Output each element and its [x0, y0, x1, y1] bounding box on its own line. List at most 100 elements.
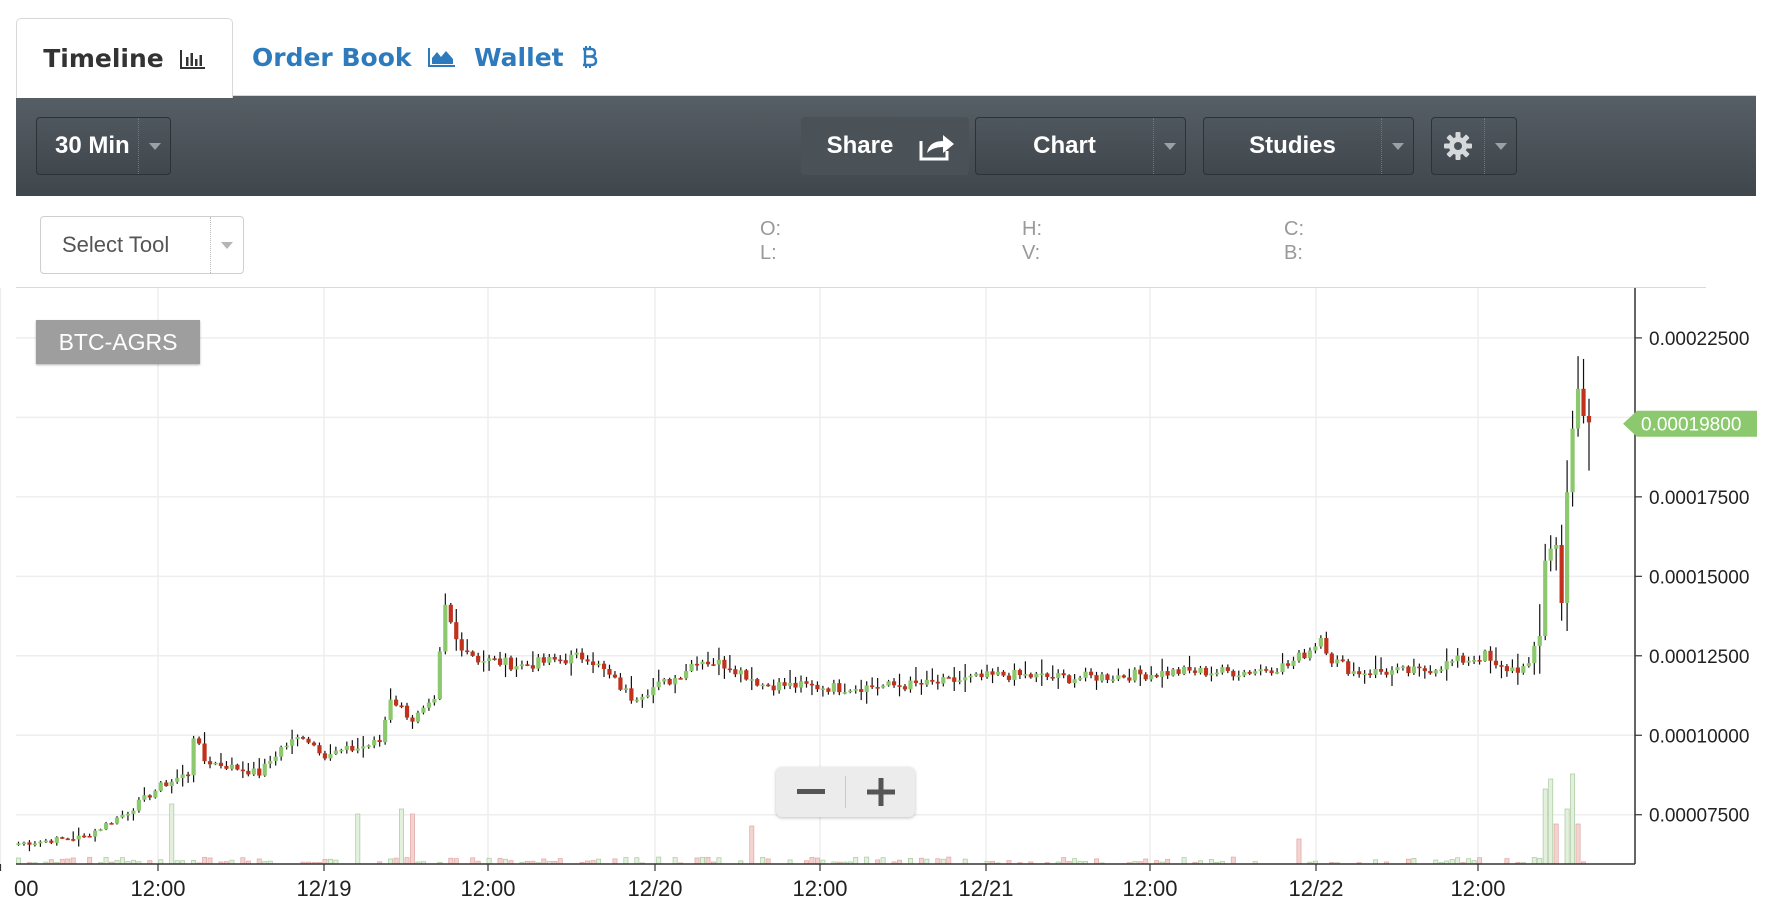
candle: [530, 651, 535, 673]
candle-body: [1346, 661, 1351, 674]
candle-body: [525, 664, 530, 666]
candle: [1176, 667, 1181, 676]
candle-body: [897, 685, 902, 687]
candle: [1439, 666, 1444, 673]
candle-body: [1127, 677, 1132, 681]
candle: [1088, 668, 1094, 679]
zoom-in-button[interactable]: [846, 767, 915, 817]
candle-body: [1565, 492, 1570, 603]
volume-bar: [908, 858, 913, 865]
candle-body: [1504, 666, 1510, 672]
candle-body: [755, 679, 760, 686]
candle: [722, 656, 727, 679]
candle-body: [607, 669, 612, 675]
candle: [284, 742, 289, 750]
candle-body: [1264, 669, 1269, 671]
candle: [1466, 656, 1471, 666]
candle: [1521, 663, 1526, 675]
candle: [142, 787, 147, 802]
candle-body: [1526, 663, 1531, 667]
y-tick-label: 0.00012500: [1649, 647, 1749, 668]
candle-body: [1094, 675, 1099, 681]
candle-body: [1455, 655, 1460, 662]
x-tick-label: 00: [14, 876, 38, 901]
candle: [1499, 660, 1504, 679]
volume-bar: [202, 856, 208, 865]
settings-select[interactable]: [1431, 117, 1517, 175]
chevron-down-icon[interactable]: [1381, 118, 1413, 174]
volume-bar: [623, 857, 629, 865]
candle-body: [552, 656, 557, 660]
candle-body: [262, 763, 267, 776]
share-button[interactable]: Share: [801, 117, 969, 175]
chevron-down-icon[interactable]: [138, 118, 170, 174]
x-tick-label: 12:00: [792, 876, 847, 901]
select-tool-dropdown[interactable]: Select Tool: [40, 216, 244, 274]
area-chart-icon: [427, 47, 456, 67]
candle-body: [777, 682, 782, 691]
candle: [1296, 650, 1302, 663]
candle-body: [1471, 660, 1477, 662]
candle-body: [924, 679, 929, 685]
x-tick-label: 12:00: [130, 876, 185, 901]
candle: [1307, 647, 1313, 661]
candle-body: [1340, 659, 1345, 662]
candle: [432, 695, 437, 706]
tab-order-book[interactable]: Order Book: [252, 18, 456, 96]
candle-body: [1493, 660, 1499, 666]
candle-body: [738, 670, 743, 675]
zoom-controls: [776, 767, 915, 817]
candle-body: [432, 698, 437, 703]
candle-body: [87, 835, 92, 838]
candle-body: [880, 685, 886, 688]
interval-select[interactable]: 30 Min: [36, 117, 171, 175]
candle-body: [683, 671, 689, 679]
candle: [946, 675, 951, 679]
candle-body: [558, 659, 563, 662]
studies-select[interactable]: Studies: [1203, 117, 1414, 175]
candle-body: [1586, 415, 1592, 423]
candle: [820, 685, 826, 697]
candle-body: [1269, 670, 1274, 674]
zoom-out-button[interactable]: [776, 767, 845, 817]
candle: [897, 673, 902, 697]
candlestick-chart[interactable]: 0.00022500 0.00017500 0.00015000 0.00012500…: [0, 288, 1784, 922]
candle: [930, 668, 935, 685]
candle: [1220, 664, 1225, 675]
candle-body: [1006, 675, 1012, 680]
candle: [273, 751, 278, 766]
chevron-down-icon[interactable]: [1484, 118, 1516, 174]
candle: [1198, 665, 1203, 675]
chevron-down-icon[interactable]: [1153, 118, 1185, 174]
tab-timeline[interactable]: Timeline: [16, 18, 233, 98]
candle-body: [273, 756, 278, 761]
candle-body: [870, 685, 875, 688]
candle-body: [459, 639, 464, 651]
chevron-down-icon[interactable]: [210, 217, 243, 273]
tab-timeline-label: Timeline: [43, 44, 164, 73]
candle-body: [180, 774, 185, 779]
candle-body: [623, 688, 629, 690]
candle-body: [98, 829, 103, 831]
candle-body: [536, 657, 541, 669]
candle: [82, 833, 87, 838]
candle: [580, 648, 585, 663]
candle-body: [1351, 671, 1356, 674]
candle: [246, 763, 251, 777]
candle: [1028, 672, 1033, 679]
candle-body: [1570, 428, 1575, 493]
candle-body: [700, 661, 705, 665]
candle: [136, 797, 141, 813]
chart-type-select[interactable]: Chart: [975, 117, 1186, 175]
candle: [355, 737, 360, 754]
candle-body: [782, 682, 787, 686]
tab-wallet[interactable]: Wallet: [474, 18, 598, 96]
candle: [1143, 672, 1148, 682]
candle: [766, 683, 771, 687]
candle-body: [322, 753, 328, 759]
candle-body: [891, 681, 897, 686]
volume-bar: [470, 857, 476, 865]
candle-body: [744, 670, 749, 680]
volume-bar: [486, 857, 492, 865]
candle: [383, 716, 388, 745]
